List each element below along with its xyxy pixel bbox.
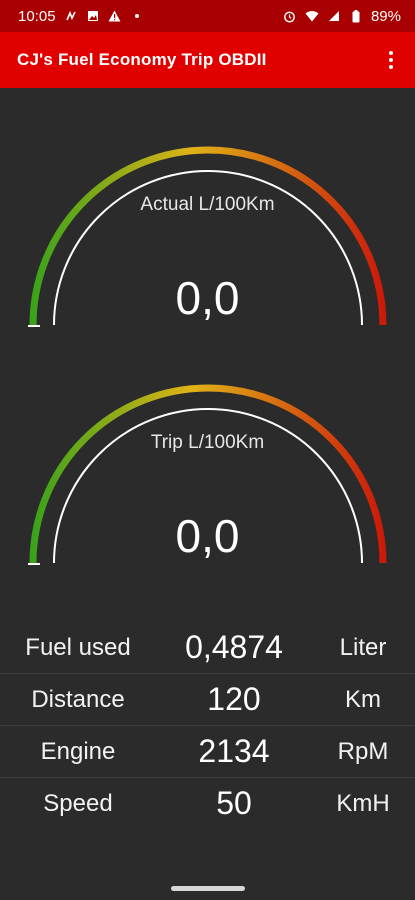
- stat-label: Engine: [40, 737, 116, 765]
- stat-label: Speed: [43, 789, 113, 817]
- battery-percent: 89%: [370, 7, 401, 25]
- actual-consumption-gauge: Actual L/100Km 0,0: [0, 138, 415, 358]
- gauge-value: 0,0: [175, 272, 240, 324]
- stat-label: Distance: [31, 685, 125, 713]
- gauge-label: Actual L/100Km: [140, 194, 275, 215]
- dot-icon: [130, 9, 144, 23]
- stat-label: Fuel used: [25, 633, 131, 661]
- stat-value: 50: [216, 785, 252, 821]
- trip-consumption-gauge: Trip L/100Km 0,0: [0, 376, 415, 596]
- more-vert-icon[interactable]: [381, 48, 401, 72]
- status-time: 10:05: [18, 7, 56, 25]
- status-bar: 10:05 89%: [0, 0, 415, 32]
- stat-value: 120: [207, 681, 261, 717]
- stat-unit: RpM: [337, 737, 389, 765]
- stat-unit: Km: [345, 685, 381, 713]
- app-title: CJ's Fuel Economy Trip OBDII: [17, 50, 267, 69]
- gesture-nav-handle[interactable]: [171, 886, 245, 891]
- stat-unit: Liter: [339, 633, 387, 661]
- stats-row-speed: Speed 50 KmH: [0, 778, 415, 829]
- signal-alt-icon: [64, 9, 78, 23]
- stat-value: 0,4874: [185, 629, 283, 665]
- trip-stats-table: Fuel used 0,4874 Liter Distance 120 Km E…: [0, 622, 415, 829]
- app-bar: CJ's Fuel Economy Trip OBDII: [0, 32, 415, 88]
- alarm-icon: [283, 9, 297, 23]
- stats-row-fuel-used: Fuel used 0,4874 Liter: [0, 622, 415, 674]
- stats-row-engine: Engine 2134 RpM: [0, 726, 415, 778]
- gauge-label: Trip L/100Km: [150, 432, 265, 453]
- stat-unit: KmH: [336, 789, 390, 817]
- battery-icon: [349, 9, 363, 23]
- warning-icon: [108, 9, 122, 23]
- stat-value: 2134: [198, 733, 270, 769]
- wifi-icon: [305, 9, 319, 23]
- cell-signal-icon: [327, 9, 341, 23]
- image-icon: [86, 9, 100, 23]
- gauge-value: 0,0: [175, 510, 240, 562]
- stats-row-distance: Distance 120 Km: [0, 674, 415, 726]
